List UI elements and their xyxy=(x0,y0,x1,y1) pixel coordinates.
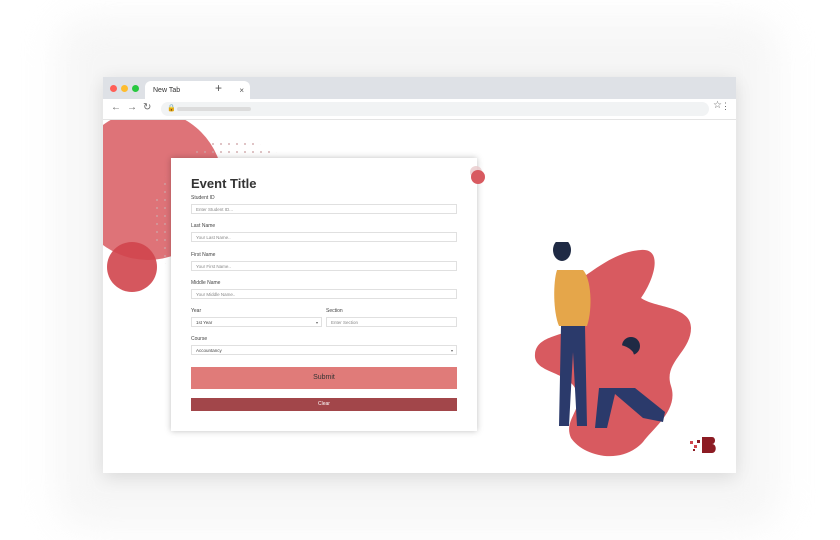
middle-name-label: Middle Name xyxy=(191,280,221,286)
address-bar[interactable]: 🔒 xyxy=(161,102,709,116)
section-label: Section xyxy=(326,308,343,314)
brand-logo xyxy=(690,437,716,453)
close-tab-icon[interactable]: × xyxy=(239,86,244,95)
course-label: Course xyxy=(191,336,208,342)
year-value: 1st Year xyxy=(196,320,213,325)
reload-icon[interactable]: ↻ xyxy=(143,102,151,113)
student-id-label: Student ID xyxy=(191,195,215,201)
browser-toolbar: ← → ↻ 🔒 ☆ ⋮ xyxy=(103,99,736,120)
section-input[interactable]: Enter Section xyxy=(326,317,457,327)
submit-button[interactable]: Submit xyxy=(191,367,457,389)
new-tab-button[interactable]: + xyxy=(215,81,222,95)
form-title: Event Title xyxy=(191,176,257,191)
first-name-label: First Name xyxy=(191,252,216,258)
clear-button[interactable]: Clear xyxy=(191,398,457,411)
tab-new-tab[interactable]: New Tab × xyxy=(145,81,250,99)
first-name-input[interactable]: Your First Name.. xyxy=(191,261,457,271)
back-icon[interactable]: ← xyxy=(111,102,121,113)
tab-title: New Tab xyxy=(153,87,181,94)
last-name-label: Last Name xyxy=(191,223,216,229)
url-placeholder xyxy=(177,107,251,111)
chevron-down-icon: ▾ xyxy=(450,348,453,353)
course-value: Accountancy xyxy=(196,348,222,353)
year-select[interactable]: 1st Year ▾ xyxy=(191,317,322,327)
middle-name-input[interactable]: Your Middle Name.. xyxy=(191,289,457,299)
browser-window: New Tab × + ← → ↻ 🔒 ☆ ⋮ Event Title Stud… xyxy=(103,77,736,473)
man-hair-shape xyxy=(553,242,571,261)
decorative-bubble xyxy=(471,170,485,184)
course-select[interactable]: Accountancy ▾ xyxy=(191,345,457,355)
registration-form-card: Event Title Student ID Enter Student ID.… xyxy=(171,158,477,431)
people-illustration xyxy=(534,242,691,457)
forward-icon[interactable]: → xyxy=(127,102,137,113)
browser-menu-icon[interactable]: ⋮ xyxy=(721,101,730,112)
last-name-input[interactable]: Your Last Name.. xyxy=(191,232,457,242)
close-window-dot[interactable] xyxy=(110,85,117,92)
man-shirt-shape xyxy=(554,270,591,326)
tab-bar: New Tab × + xyxy=(103,77,736,99)
page-viewport: Event Title Student ID Enter Student ID.… xyxy=(103,120,736,473)
decorative-circle-small xyxy=(107,242,157,292)
student-id-input[interactable]: Enter Student ID... xyxy=(191,204,457,214)
year-label: Year xyxy=(191,308,202,314)
maximize-window-dot[interactable] xyxy=(132,85,139,92)
lock-icon: 🔒 xyxy=(167,105,176,112)
chevron-down-icon: ▾ xyxy=(315,320,318,325)
minimize-window-dot[interactable] xyxy=(121,85,128,92)
